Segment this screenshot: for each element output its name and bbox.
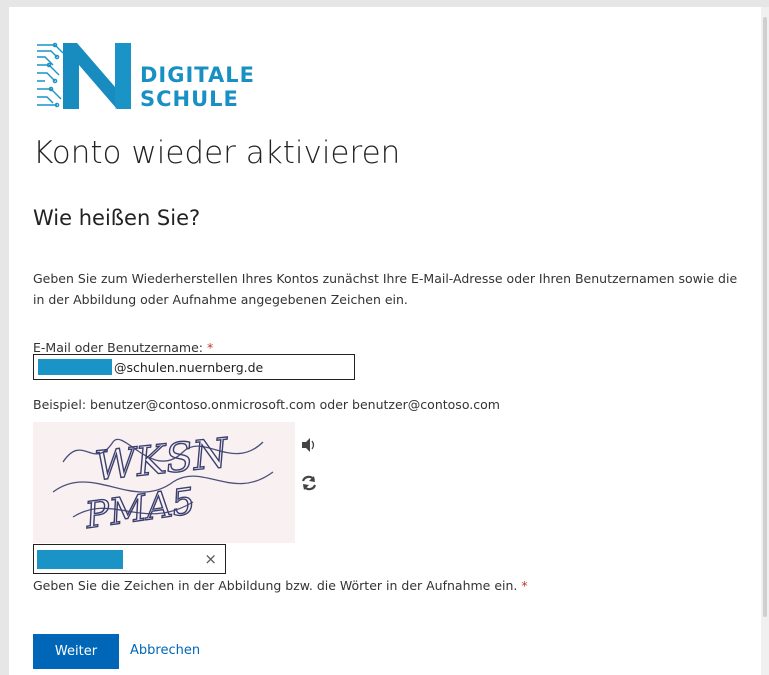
captcha-input[interactable]: ×	[33, 544, 226, 574]
email-example-text: Beispiel: benutzer@contoso.onmicrosoft.c…	[33, 397, 500, 412]
captcha-hint: Geben Sie die Zeichen in der Abbildung b…	[33, 578, 528, 593]
section-title: Wie heißen Sie?	[33, 206, 201, 230]
email-label: E-Mail oder Benutzername: *	[33, 340, 214, 355]
logo-text-line1: DIGITALE	[140, 63, 255, 87]
refresh-captcha-icon[interactable]	[299, 473, 319, 493]
email-input[interactable]: @schulen.nuernberg.de	[33, 354, 355, 380]
redacted-username	[38, 359, 112, 375]
logo-n-mark-icon	[37, 42, 131, 109]
cancel-link[interactable]: Abbrechen	[130, 643, 200, 658]
scrollbar[interactable]	[761, 7, 769, 675]
page-title: Konto wieder aktivieren	[33, 135, 401, 171]
next-button[interactable]: Weiter	[33, 634, 119, 669]
email-domain-text: @schulen.nuernberg.de	[114, 359, 264, 375]
clear-input-icon[interactable]: ×	[204, 550, 217, 568]
redacted-captcha-value	[37, 550, 123, 569]
required-marker: *	[521, 578, 528, 593]
logo-text-line2: SCHULE	[140, 87, 239, 111]
required-marker: *	[207, 340, 214, 355]
captcha-line1: WKSN	[93, 430, 232, 490]
school-logo: DIGITALE SCHULE	[33, 39, 263, 119]
captcha-image: WKSN PMA5	[33, 422, 295, 543]
scrollbar-thumb[interactable]	[763, 17, 767, 617]
page: DIGITALE SCHULE Konto wieder aktivieren …	[9, 7, 761, 675]
intro-text: Geben Sie zum Wiederherstellen Ihres Kon…	[33, 271, 738, 307]
audio-captcha-speaker-icon[interactable]	[299, 435, 319, 455]
